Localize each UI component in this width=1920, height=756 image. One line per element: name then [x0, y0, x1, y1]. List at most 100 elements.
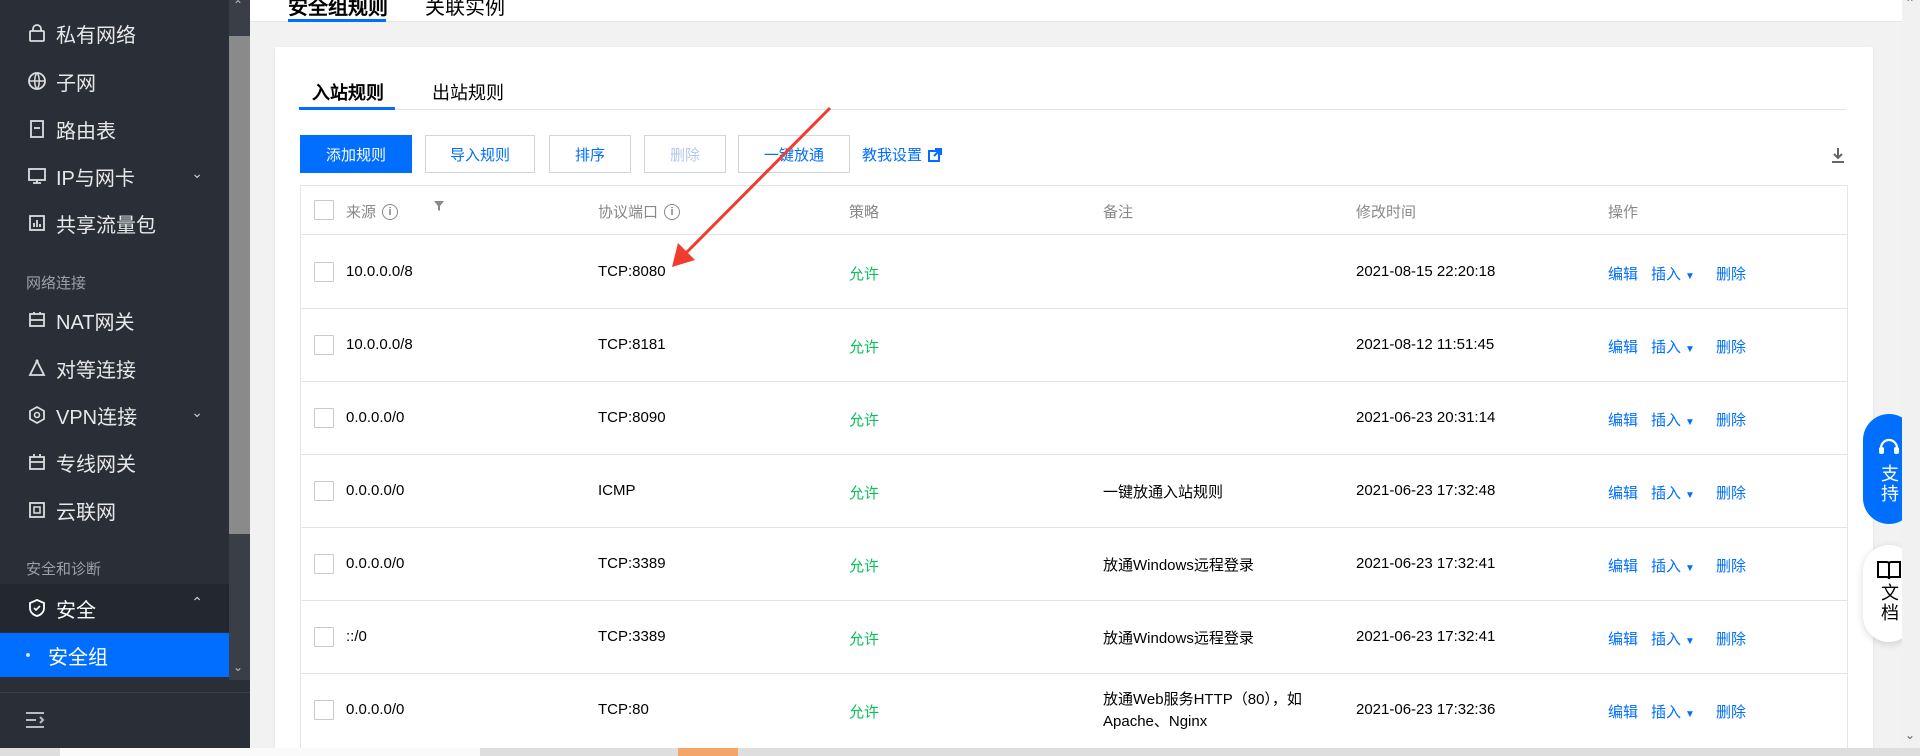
scroll-down-arrow-icon[interactable]: ⌄ — [233, 660, 243, 674]
insert-label: 插入 — [1651, 558, 1682, 575]
tab-outbound-rules[interactable]: 出站规则 — [432, 79, 504, 105]
column-remark: 备注 — [1103, 204, 1134, 221]
row-checkbox[interactable] — [314, 700, 334, 720]
edit-link[interactable]: 编辑 — [1608, 628, 1638, 649]
table-row: ::/0 TCP:3389 允许 放通Windows远程登录 2021-06-23 17… — [301, 601, 1847, 674]
scroll-up-arrow-icon[interactable]: ⌃ — [233, 0, 243, 12]
scroll-down-arrow-icon[interactable]: ⌄ — [1905, 728, 1915, 742]
cell-protocol-port: TCP:8181 — [598, 336, 666, 353]
select-all-checkbox[interactable] — [314, 200, 334, 220]
download-icon[interactable] — [1828, 145, 1848, 165]
remark-line: 放通Windows远程登录 — [1103, 630, 1254, 647]
sort-button[interactable]: 排序 — [549, 135, 631, 173]
chevron-down-icon[interactable]: ⌄ — [191, 165, 203, 182]
row-checkbox[interactable] — [314, 554, 334, 574]
cell-policy: 允许 — [849, 266, 880, 283]
cell-source: 10.0.0.0/8 — [346, 263, 413, 280]
chevron-up-icon[interactable]: ⌃ — [191, 594, 203, 611]
row-checkbox[interactable] — [314, 335, 334, 355]
delete-link[interactable]: 删除 — [1716, 628, 1746, 649]
sidebar-item-shared-traffic[interactable]: 共享流量包 — [0, 199, 229, 247]
delete-link[interactable]: 删除 — [1716, 263, 1746, 284]
edit-link[interactable]: 编辑 — [1608, 409, 1638, 430]
row-checkbox[interactable] — [314, 408, 334, 428]
edit-link[interactable]: 编辑 — [1608, 555, 1638, 576]
remark-line: 一键放通入站规则 — [1103, 484, 1224, 501]
delete-link[interactable]: 删除 — [1716, 336, 1746, 357]
sidebar-item-route-table[interactable]: 路由表 — [0, 105, 229, 153]
insert-dropdown[interactable]: 插入 ▼ — [1651, 336, 1695, 357]
scroll-up-arrow-icon[interactable]: ⌃ — [1905, 0, 1915, 10]
dedicated-gateway-icon — [26, 451, 48, 473]
delete-link[interactable]: 删除 — [1716, 482, 1746, 503]
horizontal-scrollbar-thumb[interactable] — [60, 748, 480, 756]
sidebar-item-ip-nic[interactable]: IP与网卡 ⌄ — [0, 152, 229, 200]
cell-modified-time: 2021-06-23 17:32:36 — [1356, 701, 1496, 718]
insert-dropdown[interactable]: 插入 ▼ — [1651, 482, 1695, 503]
edit-link[interactable]: 编辑 — [1608, 263, 1638, 284]
delete-link[interactable]: 删除 — [1716, 555, 1746, 576]
annotation-arrow — [672, 106, 832, 267]
tab-security-group-rules[interactable]: 安全组规则 — [288, 0, 388, 20]
sidebar-group-security: 安全和诊断 — [26, 561, 102, 578]
edit-link[interactable]: 编辑 — [1608, 336, 1638, 357]
row-checkbox[interactable] — [314, 627, 334, 647]
sidebar-item-label: 私有网络 — [56, 24, 136, 47]
insert-dropdown[interactable]: 插入 ▼ — [1651, 628, 1695, 649]
insert-dropdown[interactable]: 插入 ▼ — [1651, 263, 1695, 284]
column-protocol-port-label: 协议端口 — [598, 204, 659, 221]
cell-protocol-port: TCP:3389 — [598, 555, 666, 572]
sidebar-item-ccn[interactable]: 云联网 — [0, 486, 229, 534]
cell-remark: 放通Windows远程登录 — [1103, 628, 1254, 650]
sidebar-item-private-network[interactable]: 私有网络 — [0, 9, 229, 57]
table-row: 0.0.0.0/0 ICMP 允许 一键放通入站规则 2021-06-23 17:32:… — [301, 455, 1847, 528]
column-policy: 策略 — [849, 204, 880, 221]
cell-protocol-port: ICMP — [598, 482, 636, 499]
collapse-menu-icon[interactable] — [24, 709, 46, 736]
page-vertical-scrollbar[interactable]: ⌃ ⌄ — [1902, 0, 1920, 748]
delete-button[interactable]: 删除 — [644, 135, 726, 173]
cell-protocol-port: TCP:8090 — [598, 409, 666, 426]
chevron-down-icon[interactable]: ⌄ — [191, 404, 203, 421]
shield-icon — [26, 597, 48, 619]
row-checkbox[interactable] — [314, 262, 334, 282]
sidebar-item-vpn[interactable]: VPN连接 ⌄ — [0, 391, 229, 439]
table-row: 0.0.0.0/0 TCP:80 允许 放通Web服务HTTP（80），如 Apache… — [301, 674, 1847, 754]
help-setup-link[interactable]: 教我设置 — [862, 144, 943, 165]
edit-link[interactable]: 编辑 — [1608, 482, 1638, 503]
insert-dropdown[interactable]: 插入 ▼ — [1651, 409, 1695, 430]
sidebar-item-dedicated-gateway[interactable]: 专线网关 — [0, 438, 229, 486]
insert-label: 插入 — [1651, 266, 1682, 283]
taskbar-highlight — [678, 748, 738, 756]
delete-link[interactable]: 删除 — [1716, 701, 1746, 722]
cell-remark: 一键放通入站规则 — [1103, 482, 1223, 504]
cell-modified-time: 2021-08-15 22:20:18 — [1356, 263, 1496, 280]
insert-dropdown[interactable]: 插入 ▼ — [1651, 555, 1695, 576]
edit-link[interactable]: 编辑 — [1608, 701, 1638, 722]
info-icon[interactable]: i — [382, 203, 399, 220]
sidebar-item-label: 路由表 — [56, 120, 116, 143]
import-rules-button[interactable]: 导入规则 — [425, 135, 535, 173]
row-checkbox[interactable] — [314, 481, 334, 501]
column-source-label: 来源 — [346, 204, 377, 221]
cell-policy: 允许 — [849, 558, 880, 575]
insert-dropdown[interactable]: 插入 ▼ — [1651, 701, 1695, 722]
sidebar-item-security[interactable]: 安全 ⌃ — [0, 584, 229, 632]
tab-inbound-rules[interactable]: 入站规则 — [312, 79, 384, 105]
sidebar-item-nat-gateway[interactable]: NAT网关 — [0, 296, 229, 344]
caret-down-icon: ▼ — [1685, 709, 1695, 720]
sidebar-item-security-group[interactable]: 安全组 — [0, 633, 229, 677]
filter-icon[interactable] — [433, 200, 445, 212]
cell-protocol-port: TCP:80 — [598, 701, 649, 718]
add-rule-button[interactable]: 添加规则 — [300, 135, 412, 173]
delete-link[interactable]: 删除 — [1716, 409, 1746, 430]
sidebar-item-peering[interactable]: 对等连接 — [0, 344, 229, 392]
info-icon[interactable]: i — [664, 203, 681, 220]
cell-source: ::/0 — [346, 628, 367, 645]
sidebar-scrollbar-thumb[interactable] — [229, 36, 250, 534]
cell-modified-time: 2021-06-23 17:32:41 — [1356, 555, 1496, 572]
sidebar-item-subnet[interactable]: 子网 — [0, 57, 229, 105]
tab-associated-instances[interactable]: 关联实例 — [425, 0, 505, 20]
one-click-allow-button[interactable]: 一键放通 — [738, 135, 850, 173]
sidebar-item-label: NAT网关 — [56, 311, 135, 334]
